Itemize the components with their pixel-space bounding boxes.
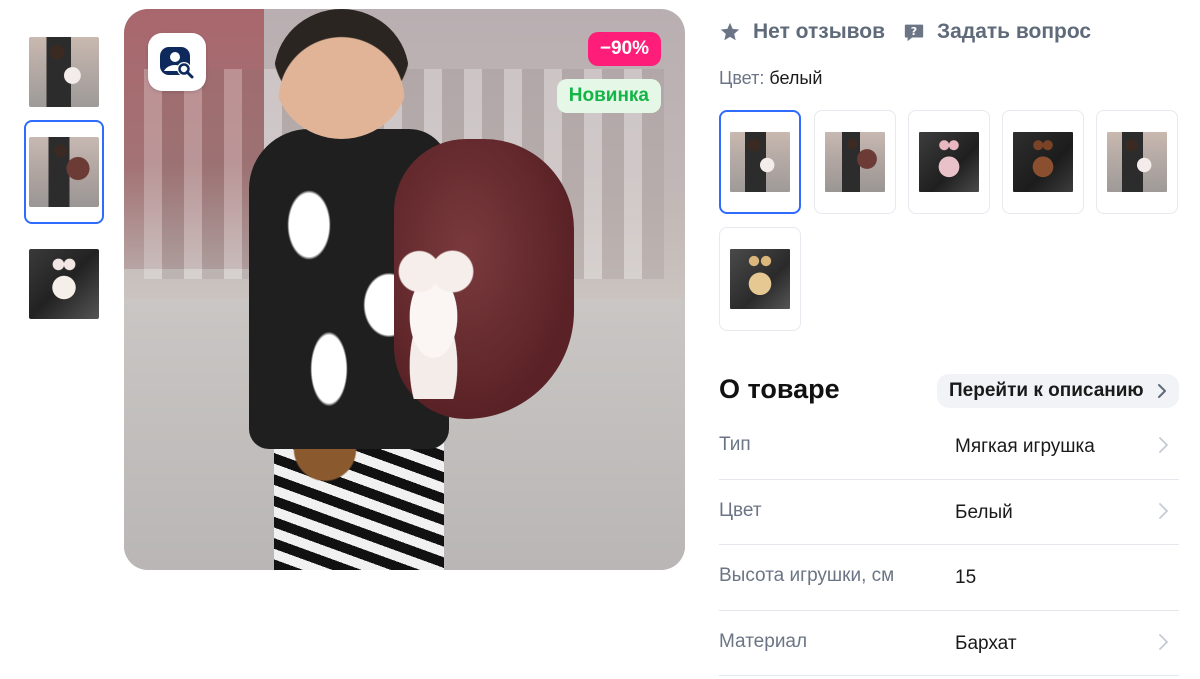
property-row-height: Высота игрушки, см 15 <box>719 545 1179 611</box>
chevron-right-icon <box>1159 502 1168 519</box>
thumbnail-image <box>29 249 99 319</box>
variant-image <box>825 132 885 192</box>
gallery-thumbnail-2[interactable] <box>24 120 104 224</box>
variant-beige[interactable] <box>719 227 801 331</box>
property-name: Высота игрушки, см <box>719 565 895 586</box>
property-row-color[interactable]: Цвет Белый <box>719 480 1179 545</box>
thumbnail-image <box>29 37 99 107</box>
property-name: Цвет <box>719 499 762 521</box>
property-value: 15 <box>955 567 977 588</box>
new-badge: Новинка <box>556 79 661 113</box>
discount-badge: −90% <box>587 32 661 66</box>
gallery-thumbnail-3[interactable] <box>24 232 104 336</box>
color-label: Цвет: <box>719 68 765 88</box>
reviews-label: Нет отзывов <box>753 20 886 43</box>
variant-pink[interactable] <box>908 110 990 214</box>
ask-question-label: Задать вопрос <box>937 20 1092 43</box>
variant-image <box>1107 132 1167 192</box>
variant-kid-bag[interactable] <box>814 110 896 214</box>
photo-subject <box>274 9 409 139</box>
property-row-type[interactable]: Тип Мягкая игрушка <box>719 414 1179 480</box>
property-name: Материал <box>719 630 808 652</box>
product-info-panel: Нет отзывов ? Задать вопрос Цвет: белый … <box>719 0 1179 679</box>
property-value: Мягкая игрушка <box>955 436 1095 457</box>
chevron-right-icon <box>1158 384 1166 398</box>
chevron-right-icon <box>1159 633 1168 650</box>
photo-plush-toy <box>386 249 481 399</box>
variant-white-kid[interactable] <box>719 110 801 214</box>
question-icon: ? <box>904 24 924 42</box>
property-value: Белый <box>955 501 1013 523</box>
chevron-right-icon <box>1159 437 1168 453</box>
variant-image <box>1013 132 1073 192</box>
image-search-button[interactable] <box>148 33 206 91</box>
about-product-title: О товаре <box>719 374 840 404</box>
variant-image <box>919 132 979 192</box>
variant-kid-2[interactable] <box>1096 110 1178 214</box>
variant-image <box>730 132 790 192</box>
variant-image <box>730 249 790 309</box>
go-to-description-label: Перейти к описанию <box>949 380 1144 401</box>
reviews-row: Нет отзывов ? Задать вопрос <box>719 18 1109 46</box>
image-search-icon <box>160 47 194 79</box>
selected-color: Цвет: белый <box>719 68 822 89</box>
star-icon <box>720 22 740 41</box>
ask-question-link[interactable]: ? Задать вопрос <box>903 20 1091 44</box>
property-row-material[interactable]: Материал Бархат <box>719 611 1179 676</box>
go-to-description-button[interactable]: Перейти к описанию <box>937 374 1179 408</box>
color-value: белый <box>769 68 823 88</box>
main-product-image[interactable]: −90% Новинка <box>124 9 685 570</box>
property-value: Бархат <box>955 632 1017 654</box>
property-name: Тип <box>719 434 751 455</box>
variant-brown[interactable] <box>1002 110 1084 214</box>
properties-list: Тип Мягкая игрушка Цвет Белый Высота игр… <box>719 414 1179 676</box>
gallery-thumbnail-1[interactable] <box>24 20 104 124</box>
svg-text:?: ? <box>911 25 917 38</box>
thumbnail-image <box>29 137 99 207</box>
reviews-link[interactable]: Нет отзывов <box>719 20 885 44</box>
